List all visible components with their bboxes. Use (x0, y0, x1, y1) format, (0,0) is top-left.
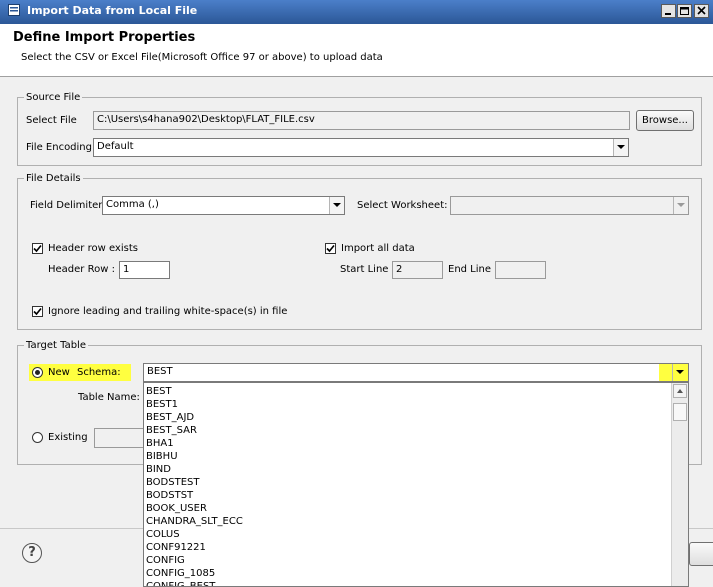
schema-dropdown-button[interactable] (672, 364, 687, 381)
file-encoding-dropdown-button[interactable] (613, 139, 628, 156)
file-encoding-select[interactable]: Default (93, 138, 629, 157)
file-details-legend: File Details (24, 173, 83, 184)
import-all-data-checkbox[interactable] (325, 243, 336, 254)
footer-button[interactable] (689, 542, 713, 566)
browse-button[interactable]: Browse... (636, 110, 694, 131)
header-divider (0, 76, 713, 77)
field-delimiter-label: Field Delimiter (30, 200, 103, 211)
dialog-header: Define Import Properties Select the CSV … (0, 24, 713, 76)
maximize-button[interactable] (677, 4, 692, 18)
header-row-exists-checkbox[interactable] (32, 243, 43, 254)
end-line-input[interactable] (495, 261, 546, 279)
new-radio-label: New (48, 367, 70, 378)
import-all-data-label: Import all data (341, 243, 415, 254)
dropdown-option[interactable]: BODSTST (146, 489, 193, 502)
dropdown-option[interactable]: BEST (146, 385, 172, 398)
window-title: Import Data from Local File (27, 4, 198, 17)
dropdown-option[interactable]: CHANDRA_SLT_ECC (146, 515, 243, 528)
checkmark-icon (33, 307, 42, 316)
chevron-down-icon (677, 203, 685, 207)
chevron-down-icon (676, 370, 684, 374)
minimize-icon (665, 13, 671, 15)
page-subtitle: Select the CSV or Excel File(Microsoft O… (21, 52, 383, 63)
start-line-input[interactable]: 2 (392, 261, 443, 279)
select-file-field[interactable]: C:\Users\s4hana902\Desktop\FLAT_FILE.csv (93, 111, 630, 130)
page-title: Define Import Properties (13, 30, 196, 45)
dropdown-option[interactable]: BOOK_USER (146, 502, 207, 515)
dropdown-option[interactable]: CONF91221 (146, 541, 206, 554)
ignore-whitespace-checkbox[interactable] (32, 306, 43, 317)
select-worksheet-dropdown-button[interactable] (673, 197, 688, 214)
new-radio[interactable] (32, 367, 43, 378)
field-delimiter-value: Comma (,) (106, 199, 159, 210)
dropdown-option[interactable]: BEST1 (146, 398, 178, 411)
dropdown-option[interactable]: BEST_AJD (146, 411, 194, 424)
dropdown-option[interactable]: CONFIG_1085 (146, 567, 215, 580)
dropdown-option[interactable]: BHA1 (146, 437, 174, 450)
header-row-exists-label: Header row exists (48, 243, 138, 254)
file-encoding-value: Default (97, 141, 134, 152)
dropdown-option[interactable]: BIBHU (146, 450, 178, 463)
schema-value: BEST (147, 366, 173, 377)
ignore-whitespace-label: Ignore leading and trailing white-space(… (48, 306, 288, 317)
dropdown-option[interactable]: BIND (146, 463, 171, 476)
end-line-label: End Line (448, 264, 492, 275)
dropdown-option[interactable]: BEST_SAR (146, 424, 197, 437)
select-file-label: Select File (26, 115, 77, 126)
dropdown-option[interactable]: CONFIG (146, 554, 185, 567)
minimize-button[interactable] (661, 4, 676, 18)
file-encoding-label: File Encoding (26, 142, 92, 153)
chevron-up-icon (677, 389, 683, 393)
checkmark-icon (326, 244, 335, 253)
start-line-label: Start Line (340, 264, 389, 275)
checkmark-icon (33, 244, 42, 253)
dropdown-option[interactable]: COLUS (146, 528, 180, 541)
dropdown-option[interactable]: BODSTEST (146, 476, 200, 489)
source-file-legend: Source File (24, 92, 83, 103)
select-worksheet-label: Select Worksheet: (357, 200, 448, 211)
table-name-label: Table Name: (78, 392, 140, 403)
field-delimiter-dropdown-button[interactable] (329, 197, 344, 214)
close-button[interactable] (694, 4, 709, 18)
header-row-input[interactable]: 1 (119, 261, 170, 279)
field-delimiter-select[interactable]: Comma (,) (102, 196, 345, 215)
scroll-thumb[interactable] (673, 403, 687, 421)
existing-radio-label: Existing (48, 432, 88, 443)
chevron-down-icon (617, 145, 625, 149)
header-row-label: Header Row : (48, 264, 115, 275)
close-icon (697, 6, 706, 15)
maximize-icon (680, 7, 689, 15)
dropdown-scrollbar[interactable] (671, 383, 688, 586)
schema-select[interactable]: BEST (143, 363, 689, 382)
target-table-legend: Target Table (24, 340, 88, 351)
title-bar: Import Data from Local File (0, 0, 713, 24)
radio-selected-dot (35, 370, 40, 375)
existing-radio[interactable] (32, 432, 43, 443)
window-icon (8, 4, 20, 16)
chevron-down-icon (333, 203, 341, 207)
dropdown-option[interactable]: CONFIG_BEST (146, 580, 215, 586)
schema-dropdown-list[interactable]: BEST BEST1 BEST_AJD BEST_SAR BHA1 BIBHU BIND BO… (143, 382, 689, 587)
question-mark-icon[interactable]: ? (22, 543, 42, 563)
scroll-up-button[interactable] (673, 384, 687, 398)
select-worksheet-select[interactable] (450, 196, 689, 215)
schema-label: Schema: (77, 367, 121, 378)
